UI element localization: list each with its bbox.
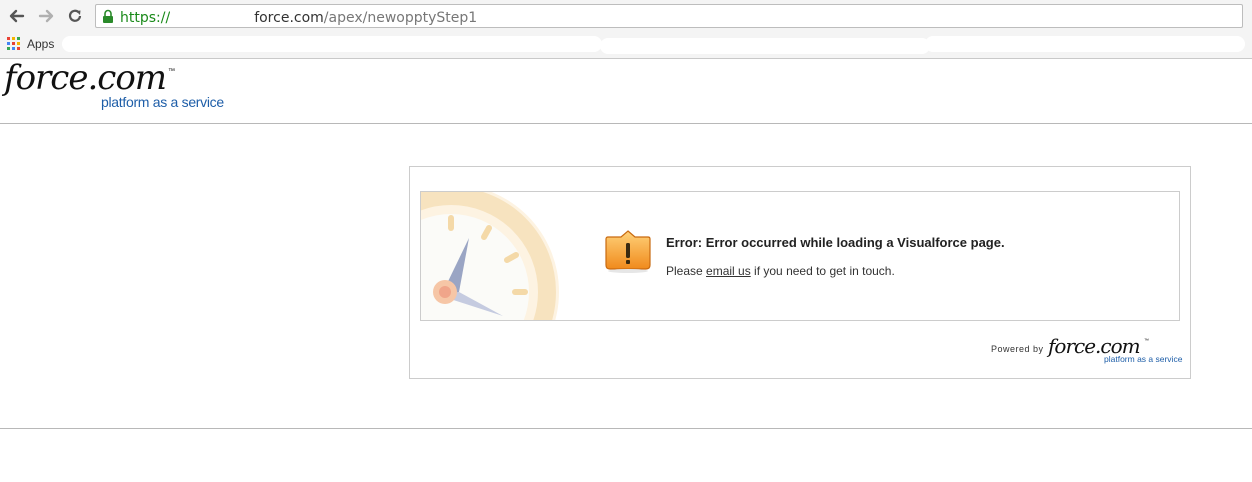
url-scheme: https:// bbox=[120, 10, 171, 26]
browser-toolbar: https:// force.com/apex/newopptyStep1 bbox=[0, 0, 1252, 32]
url-text: https:// force.com/apex/newopptyStep1 bbox=[120, 8, 477, 26]
error-message-suffix: if you need to get in touch. bbox=[750, 264, 895, 278]
redacted-region bbox=[925, 36, 1245, 52]
clock-icon bbox=[421, 192, 559, 320]
forward-button[interactable] bbox=[35, 5, 57, 27]
email-us-link[interactable]: email us bbox=[706, 264, 751, 278]
force-logo[interactable]: force.com ™ platform as a service bbox=[4, 58, 244, 118]
header-divider bbox=[0, 123, 1252, 124]
reload-button[interactable] bbox=[64, 5, 86, 27]
error-message-box bbox=[420, 191, 1180, 321]
bookmarks-bar: Apps bbox=[0, 32, 1252, 59]
back-arrow-icon bbox=[9, 9, 25, 23]
apps-shortcut[interactable]: Apps bbox=[7, 37, 54, 51]
powered-by-logo[interactable]: force.com ™ platform as a service bbox=[1048, 334, 1188, 368]
error-title: Error: Error occurred while loading a Vi… bbox=[666, 235, 1005, 250]
url-path: /apex/newopptyStep1 bbox=[323, 10, 478, 26]
address-bar[interactable]: https:// force.com/apex/newopptyStep1 bbox=[95, 4, 1243, 28]
apps-grid-icon bbox=[7, 37, 20, 50]
lock-icon bbox=[103, 9, 113, 23]
small-logo-trademark: ™ bbox=[1144, 338, 1149, 344]
back-button[interactable] bbox=[6, 5, 28, 27]
reload-icon bbox=[68, 9, 82, 22]
small-logo-tagline: platform as a service bbox=[1104, 354, 1183, 364]
footer-divider bbox=[0, 428, 1252, 429]
error-message: Please email us if you need to get in to… bbox=[666, 264, 895, 278]
error-message-prefix: Please bbox=[666, 264, 707, 278]
redacted-region bbox=[62, 36, 602, 52]
forward-arrow-icon bbox=[38, 9, 54, 23]
apps-label: Apps bbox=[27, 37, 55, 51]
redacted-region bbox=[170, 8, 255, 22]
logo-brand: force.com bbox=[4, 58, 167, 98]
logo-trademark: ™ bbox=[168, 68, 175, 75]
powered-by-label: Powered by bbox=[991, 344, 1044, 354]
warning-icon bbox=[605, 230, 651, 273]
redacted-region bbox=[600, 38, 930, 54]
url-domain: force.com bbox=[254, 10, 324, 26]
logo-tagline: platform as a service bbox=[101, 94, 224, 110]
